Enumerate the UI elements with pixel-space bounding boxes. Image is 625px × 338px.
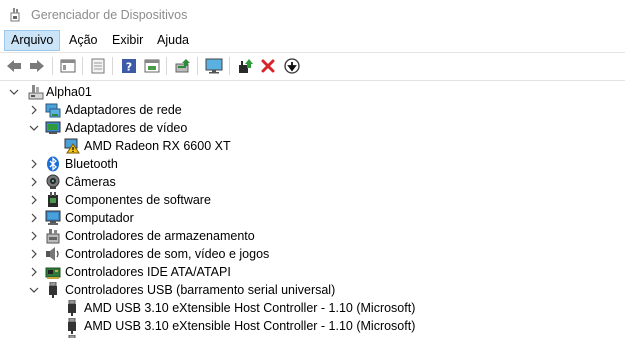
software-component-icon <box>48 192 58 207</box>
tree-child-label: AMD USB 3.10 eXtensible Host Controller … <box>84 301 416 315</box>
toolbar-separator <box>112 57 113 75</box>
toolbar-separator <box>82 57 83 75</box>
menu-bar: Arquivo Ação Exibir Ajuda <box>0 30 625 51</box>
update-driver-icon <box>239 59 253 73</box>
scan-hardware-button[interactable] <box>172 55 194 77</box>
tree-item-computador[interactable]: Computador <box>0 209 625 227</box>
tree-item-label: Controladores de som, vídeo e jogos <box>65 247 270 261</box>
display-adapter-icon <box>45 121 61 134</box>
tree-item-label: Computador <box>65 211 134 225</box>
help-button[interactable]: ? <box>118 55 140 77</box>
tree-item-label: Controladores IDE ATA/ATAPI <box>65 265 231 279</box>
tree-child-amd-radeon[interactable]: AMD Radeon RX 6600 XT <box>0 137 625 155</box>
help-icon: ? <box>122 59 136 74</box>
tree-item-componentes-de-software[interactable]: Componentes de software <box>0 191 625 209</box>
menu-exibir[interactable]: Exibir <box>106 30 149 51</box>
chevron-right-icon[interactable] <box>28 155 40 173</box>
svg-text:?: ? <box>126 61 132 74</box>
ide-controller-icon <box>45 267 61 279</box>
view-button[interactable] <box>141 55 163 77</box>
device-tree[interactable]: Alpha01 Adaptadores de rede Adaptadores … <box>0 83 625 338</box>
disable-down-icon <box>284 58 300 74</box>
tree-item-cameras[interactable]: Câmeras <box>0 173 625 191</box>
usb-icon <box>49 282 57 298</box>
warning-icon <box>64 138 80 154</box>
camera-icon <box>46 174 60 189</box>
monitor-button[interactable] <box>203 55 225 77</box>
toolbar-separator <box>197 57 198 75</box>
tree-item-label: Componentes de software <box>65 193 211 207</box>
view-icon <box>144 59 160 73</box>
chevron-right-icon[interactable] <box>28 263 40 281</box>
tree-child-label: AMD Radeon RX 6600 XT <box>84 139 231 153</box>
tree-item-label: Adaptadores de rede <box>65 103 182 117</box>
tree-child-label: AMD USB 3.10 eXtensible Host Controller … <box>84 319 416 333</box>
update-driver-button[interactable] <box>234 55 256 77</box>
tree-item-controladores-de-som[interactable]: Controladores de som, vídeo e jogos <box>0 245 625 263</box>
chevron-right-icon[interactable] <box>28 173 40 191</box>
sound-icon <box>46 247 59 261</box>
chevron-down-icon[interactable] <box>8 83 20 101</box>
usb-plug-icon <box>68 300 76 316</box>
properties-grid-icon <box>60 59 76 73</box>
window-title: Gerenciador de Dispositivos <box>31 8 188 22</box>
tree-item-label: Adaptadores de vídeo <box>65 121 188 135</box>
usb-plug-icon <box>68 318 76 334</box>
title-bar: Gerenciador de Dispositivos <box>0 0 625 30</box>
tree-item-label: Câmeras <box>65 175 116 189</box>
tree-item-label: Controladores USB (barramento serial uni… <box>65 283 336 297</box>
document-icon <box>91 58 105 74</box>
disable-device-button[interactable] <box>281 55 303 77</box>
toolbar-separator <box>229 57 230 75</box>
computer-icon <box>45 210 61 225</box>
chevron-down-icon[interactable] <box>28 281 40 299</box>
uninstall-device-button[interactable] <box>257 55 279 77</box>
chevron-right-icon[interactable] <box>28 209 40 227</box>
tree-item-label: Bluetooth <box>65 157 118 171</box>
chevron-right-icon[interactable] <box>28 191 40 209</box>
toolbar-divider <box>0 80 625 81</box>
toolbar-separator <box>52 57 53 75</box>
forward-icon <box>30 60 44 72</box>
tree-item-adaptadores-de-video[interactable]: Adaptadores de vídeo <box>0 119 625 137</box>
bluetooth-icon <box>47 156 59 172</box>
chevron-right-icon[interactable] <box>28 245 40 263</box>
tree-item-controladores-ide[interactable]: Controladores IDE ATA/ATAPI <box>0 263 625 281</box>
chevron-down-icon[interactable] <box>28 119 40 137</box>
tree-item-label: Controladores de armazenamento <box>65 229 255 243</box>
tree-root[interactable]: Alpha01 <box>0 83 625 101</box>
device-manager-icon <box>10 8 20 22</box>
show-hide-console-button[interactable] <box>57 55 79 77</box>
chevron-right-icon[interactable] <box>28 227 40 245</box>
tree-child-usb-host-controller[interactable]: AMD USB 3.10 eXtensible Host Controller … <box>0 299 625 317</box>
chevron-right-icon[interactable] <box>28 101 40 119</box>
menu-arquivo[interactable]: Arquivo <box>4 30 61 51</box>
properties-button[interactable] <box>87 55 109 77</box>
storage-controller-icon <box>46 229 60 244</box>
monitor-icon <box>205 58 223 74</box>
tree-item-controladores-usb[interactable]: Controladores USB (barramento serial uni… <box>0 281 625 299</box>
network-adapter-icon <box>45 103 61 118</box>
tree-child-usb-host-controller[interactable]: AMD USB 3.10 eXtensible Host Controller … <box>0 317 625 335</box>
forward-button[interactable] <box>26 55 48 77</box>
tree-item-controladores-de-armazenamento[interactable]: Controladores de armazenamento <box>0 227 625 245</box>
computer-root-icon <box>28 85 44 100</box>
tree-item-adaptadores-de-rede[interactable]: Adaptadores de rede <box>0 101 625 119</box>
menu-ajuda[interactable]: Ajuda <box>151 30 195 51</box>
tree-root-label: Alpha01 <box>46 85 92 99</box>
toolbar: ? <box>0 53 625 79</box>
scan-hardware-icon <box>175 59 190 73</box>
toolbar-separator <box>166 57 167 75</box>
tree-item-bluetooth[interactable]: Bluetooth <box>0 155 625 173</box>
back-icon <box>7 60 21 72</box>
menu-acao[interactable]: Ação <box>63 30 104 51</box>
back-button[interactable] <box>3 55 25 77</box>
uninstall-x-icon <box>261 59 275 73</box>
